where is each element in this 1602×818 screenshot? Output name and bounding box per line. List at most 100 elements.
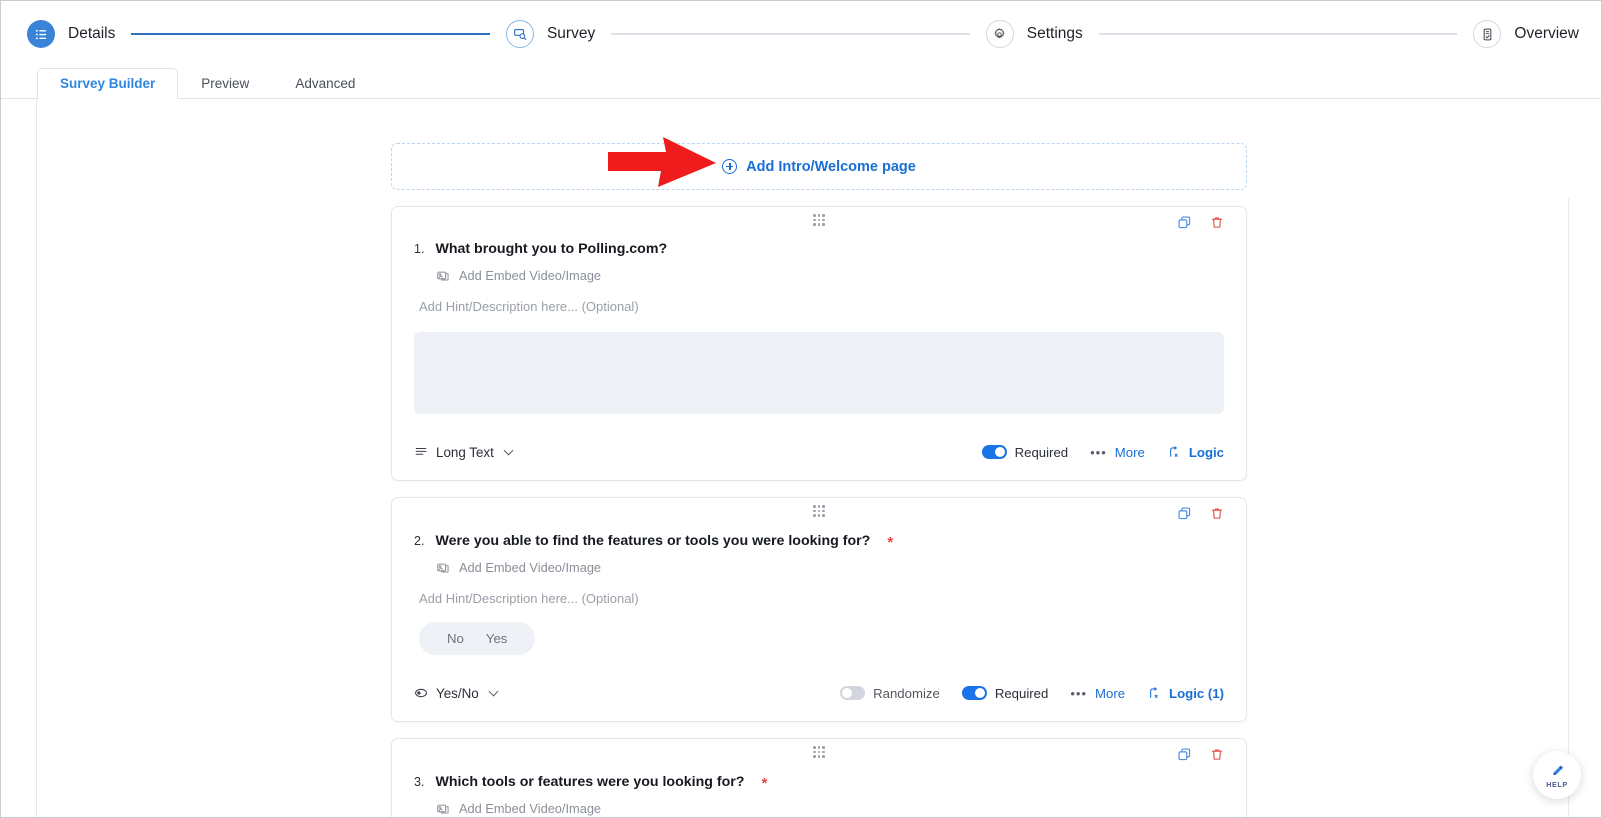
logic-button[interactable]: Logic [1167, 445, 1224, 460]
question-footer: Long Text Required ••• More Logic [414, 424, 1224, 480]
builder-canvas: Add Intro/Welcome page 1. What brought y… [36, 99, 1601, 817]
trash-icon[interactable] [1210, 506, 1224, 521]
question-title[interactable]: Were you able to find the features or to… [435, 533, 870, 549]
question-number: 3. [414, 775, 425, 789]
add-embed-media-button[interactable]: Add Embed Video/Image [436, 801, 1224, 816]
question-number: 1. [414, 242, 425, 256]
stepper-connector-2 [595, 33, 986, 35]
drag-handle-icon[interactable] [813, 214, 825, 226]
list-icon [27, 20, 55, 48]
add-intro-welcome-page-button[interactable]: Add Intro/Welcome page [391, 143, 1247, 190]
logic-button[interactable]: Logic (1) [1147, 686, 1224, 701]
drag-handle-icon[interactable] [813, 505, 825, 517]
question-card-actions [1177, 215, 1224, 230]
yes-no-option-group: No Yes [419, 622, 536, 655]
question-card: 1. What brought you to Polling.com? Add … [391, 206, 1247, 481]
more-button[interactable]: ••• More [1070, 686, 1125, 701]
more-label: More [1095, 685, 1126, 701]
required-toggle-label: Required [994, 685, 1049, 701]
option-no[interactable]: No [439, 631, 472, 646]
question-title-row: 3. Which tools or features were you look… [414, 765, 1224, 792]
question-title[interactable]: Which tools or features were you looking… [435, 774, 744, 790]
chevron-down-icon [503, 445, 514, 455]
required-marker: * [761, 775, 768, 792]
question-card-header [414, 739, 1224, 765]
trash-icon[interactable] [1210, 747, 1224, 762]
more-button[interactable]: ••• More [1090, 445, 1145, 460]
chevron-down-icon [488, 686, 499, 696]
more-label: More [1114, 444, 1145, 460]
logic-label: Logic [1188, 444, 1224, 460]
question-type-label: Long Text [436, 444, 494, 460]
step-label-survey: Survey [546, 25, 596, 42]
add-embed-label: Add Embed Video/Image [459, 268, 602, 283]
randomize-toggle-label: Randomize [873, 685, 940, 701]
option-yes[interactable]: Yes [478, 631, 516, 646]
question-footer-actions: Randomize Required ••• More Logic (1) [840, 686, 1224, 701]
step-settings[interactable]: Settings [985, 20, 1083, 48]
survey-builder-window: Details Survey Settings Overview Survey … [0, 0, 1602, 818]
survey-search-icon [505, 20, 534, 48]
required-toggle[interactable]: Required [961, 685, 1049, 701]
question-title-row: 2. Were you able to find the features or… [414, 524, 1224, 551]
image-video-icon [437, 563, 449, 573]
question-footer-actions: Required ••• More Logic [981, 444, 1224, 460]
stepper-connector-3 [1083, 33, 1474, 35]
question-number: 2. [414, 534, 425, 548]
connector-line [611, 33, 970, 35]
step-overview[interactable]: Overview [1473, 20, 1601, 48]
step-label-settings: Settings [1026, 25, 1083, 42]
trash-icon[interactable] [1210, 215, 1224, 230]
copy-icon[interactable] [1177, 506, 1192, 521]
add-embed-label: Add Embed Video/Image [459, 801, 602, 816]
stepper-connector-1 [115, 33, 506, 35]
long-text-answer-area[interactable] [414, 332, 1224, 414]
help-label: HELP [1546, 779, 1568, 789]
step-label-details: Details [68, 25, 116, 42]
add-embed-media-button[interactable]: Add Embed Video/Image [436, 560, 1224, 575]
required-toggle[interactable]: Required [981, 444, 1069, 460]
required-toggle-label: Required [1014, 444, 1069, 460]
more-dots-icon: ••• [1090, 444, 1107, 460]
drag-handle-icon[interactable] [813, 746, 825, 758]
step-details[interactable]: Details [27, 20, 115, 48]
question-type-select[interactable]: Yes/No [414, 685, 499, 701]
help-pencil-icon [1552, 764, 1563, 775]
question-type-select[interactable]: Long Text [414, 444, 514, 460]
image-video-icon [437, 271, 449, 281]
logic-label: Logic (1) [1169, 685, 1224, 701]
add-embed-media-button[interactable]: Add Embed Video/Image [436, 268, 1224, 283]
yes-no-icon [415, 688, 427, 698]
step-label-overview: Overview [1514, 25, 1579, 42]
plus-circle-icon [722, 159, 738, 174]
canvas-right-rail [1568, 198, 1601, 817]
question-card: 3. Which tools or features were you look… [391, 738, 1247, 817]
image-video-icon [437, 804, 449, 814]
required-toggle-switch[interactable] [981, 445, 1007, 459]
hint-description-input[interactable]: Add Hint/Description here... (Optional) [419, 591, 1224, 606]
wizard-stepper: Details Survey Settings Overview [1, 1, 1601, 67]
gear-icon [985, 20, 1014, 48]
randomize-toggle[interactable]: Randomize [840, 686, 940, 701]
hint-description-input[interactable]: Add Hint/Description here... (Optional) [419, 299, 1224, 314]
help-button[interactable]: HELP [1533, 751, 1581, 799]
question-type-label: Yes/No [436, 685, 479, 701]
tab-advanced[interactable]: Advanced [272, 68, 378, 99]
question-card-header [414, 207, 1224, 233]
logic-branch-icon [1150, 687, 1158, 698]
question-card: 2. Were you able to find the features or… [391, 497, 1247, 722]
tab-survey-builder[interactable]: Survey Builder [37, 68, 179, 99]
question-footer: Yes/No Randomize Required ••• More Logic… [414, 665, 1224, 721]
required-toggle-switch[interactable] [961, 686, 987, 700]
copy-icon[interactable] [1177, 215, 1192, 230]
randomize-toggle-switch[interactable] [840, 686, 866, 700]
question-title[interactable]: What brought you to Polling.com? [435, 241, 667, 257]
question-card-actions [1177, 747, 1224, 762]
tab-preview[interactable]: Preview [178, 68, 272, 99]
copy-icon[interactable] [1177, 747, 1192, 762]
add-intro-label: Add Intro/Welcome page [746, 158, 916, 175]
question-title-row: 1. What brought you to Polling.com? [414, 233, 1224, 257]
add-embed-label: Add Embed Video/Image [459, 560, 602, 575]
document-check-icon [1473, 20, 1502, 48]
step-survey[interactable]: Survey [505, 20, 596, 48]
